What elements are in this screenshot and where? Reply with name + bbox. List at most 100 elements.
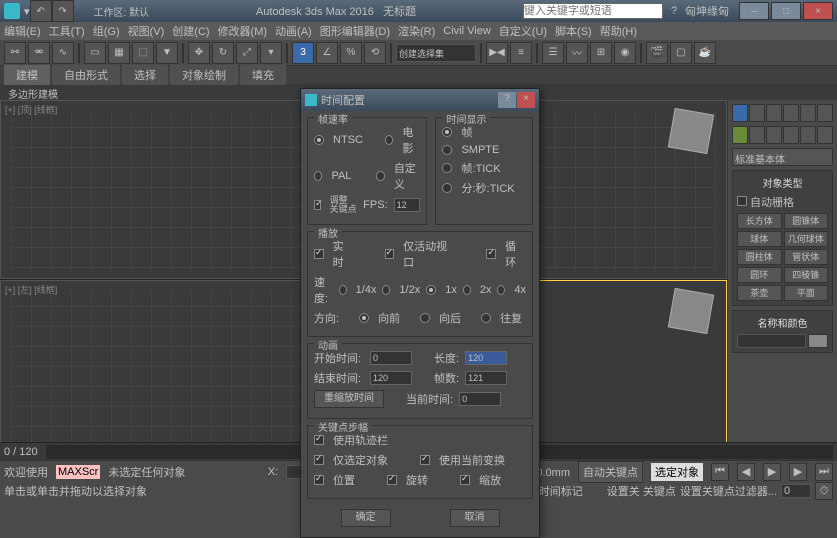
tab-populate[interactable]: 填充 (240, 65, 286, 85)
mstick-radio[interactable] (442, 183, 452, 193)
percent-snap-icon[interactable]: % (340, 42, 362, 64)
schematic-icon[interactable]: ⊞ (590, 42, 612, 64)
pal-radio[interactable] (314, 171, 322, 181)
menu-item[interactable]: 帮助(H) (600, 23, 637, 39)
film-radio[interactable] (385, 135, 394, 145)
frame-radio[interactable] (442, 127, 452, 137)
menu-item[interactable]: Civil View (443, 25, 490, 37)
shapes-icon[interactable] (749, 126, 765, 144)
pos-checkbox[interactable] (314, 475, 324, 485)
undo-icon[interactable]: ↶ (30, 0, 52, 22)
rescale-button[interactable]: 重缩放时间 (314, 390, 384, 408)
next-frame-icon[interactable]: ▶ (789, 463, 807, 481)
geometry-icon[interactable] (732, 126, 748, 144)
dialog-titlebar[interactable]: 时间配置 ? × (301, 89, 539, 111)
dir-radio[interactable] (420, 313, 430, 323)
hierarchy-tab-icon[interactable] (766, 104, 782, 122)
speed-radio[interactable] (382, 285, 390, 295)
primitive-button[interactable]: 长方体 (737, 213, 782, 229)
dir-radio[interactable] (359, 313, 369, 323)
dir-radio[interactable] (481, 313, 491, 323)
end-time-spinner[interactable]: 120 (370, 371, 412, 385)
menu-item[interactable]: 渲染(R) (398, 23, 435, 39)
menu-item[interactable]: 修改器(M) (218, 23, 268, 39)
render-icon[interactable]: ☕ (694, 42, 716, 64)
ok-button[interactable]: 确定 (341, 509, 391, 527)
login-label[interactable]: 匈坤缘匈 (685, 3, 729, 19)
scale-icon[interactable]: ⤢ (236, 42, 258, 64)
frametick-radio[interactable] (442, 163, 452, 173)
modify-tab-icon[interactable] (749, 104, 765, 122)
activevp-checkbox[interactable] (385, 249, 395, 259)
filter-icon[interactable]: ▼ (156, 42, 178, 64)
mirror-icon[interactable]: ▶◀ (486, 42, 508, 64)
create-tab-icon[interactable] (732, 104, 748, 122)
select-region-icon[interactable]: ⬚ (132, 42, 154, 64)
menu-item[interactable]: 脚本(S) (555, 23, 592, 39)
adjust-keys-checkbox[interactable] (314, 200, 321, 210)
help-icon[interactable]: ? (671, 5, 677, 17)
viewcube-icon[interactable] (668, 287, 714, 333)
smpte-radio[interactable] (442, 145, 452, 155)
current-time-spinner[interactable]: 0 (459, 392, 501, 406)
cancel-button[interactable]: 取消 (450, 509, 500, 527)
object-name-input[interactable] (737, 334, 806, 348)
rot-checkbox[interactable] (387, 475, 397, 485)
align-icon[interactable]: ≡ (510, 42, 532, 64)
script-listener[interactable]: MAXScr (56, 465, 100, 479)
primitive-button[interactable]: 圆环 (737, 267, 782, 283)
render-frame-icon[interactable]: ▢ (670, 42, 692, 64)
search-input[interactable] (523, 3, 663, 19)
primitive-button[interactable]: 平面 (784, 285, 829, 301)
tab-modeling[interactable]: 建模 (4, 65, 50, 85)
length-spinner[interactable]: 120 (465, 351, 507, 365)
autokey-button[interactable]: 自动关键点 (578, 461, 643, 483)
framecount-spinner[interactable]: 121 (465, 371, 507, 385)
space-warps-icon[interactable] (817, 126, 833, 144)
utilities-tab-icon[interactable] (817, 104, 833, 122)
curve-editor-icon[interactable]: 〰 (566, 42, 588, 64)
close-button[interactable]: × (803, 2, 833, 20)
start-time-spinner[interactable]: 0 (370, 351, 412, 365)
rotate-icon[interactable]: ↻ (212, 42, 234, 64)
primitive-button[interactable]: 球体 (737, 231, 782, 247)
current-frame-input[interactable]: 0 (781, 484, 811, 498)
color-swatch[interactable] (808, 334, 828, 348)
motion-tab-icon[interactable] (783, 104, 799, 122)
tab-paint[interactable]: 对象绘制 (170, 65, 238, 85)
menu-item[interactable]: 视图(V) (128, 23, 165, 39)
speed-radio[interactable] (463, 285, 471, 295)
goto-end-icon[interactable]: ⏭ (815, 463, 833, 481)
usetrackbar-checkbox[interactable] (314, 435, 324, 445)
dialog-help-button[interactable]: ? (498, 92, 516, 108)
workspace-label[interactable]: 工作区: 默认 (94, 4, 150, 19)
move-icon[interactable]: ✥ (188, 42, 210, 64)
tab-freeform[interactable]: 自由形式 (52, 65, 120, 85)
angle-snap-icon[interactable]: ∠ (316, 42, 338, 64)
primitive-button[interactable]: 管状体 (784, 249, 829, 265)
realtime-checkbox[interactable] (314, 249, 324, 259)
speed-radio[interactable] (339, 285, 347, 295)
ntsc-radio[interactable] (314, 135, 324, 145)
selonly-checkbox[interactable] (314, 455, 324, 465)
select-icon[interactable]: ▭ (84, 42, 106, 64)
goto-start-icon[interactable]: ⏮ (711, 463, 729, 481)
primitive-button[interactable]: 圆柱体 (737, 249, 782, 265)
menu-item[interactable]: 组(G) (93, 23, 120, 39)
layer-icon[interactable]: ☰ (542, 42, 564, 64)
keyfilter-button[interactable]: 设置关键点过滤器... (680, 483, 777, 499)
fps-spinner[interactable]: 12 (394, 198, 421, 212)
material-icon[interactable]: ◉ (614, 42, 636, 64)
menu-item[interactable]: 自定义(U) (499, 23, 547, 39)
selected-object-dropdown[interactable]: 选定对象 (651, 463, 703, 481)
primitive-button[interactable]: 圆锥体 (784, 213, 829, 229)
play-icon[interactable]: ▶ (763, 463, 781, 481)
minimize-button[interactable]: – (739, 2, 769, 20)
timeconfig-icon[interactable]: ⏱ (815, 482, 833, 500)
maximize-button[interactable]: □ (771, 2, 801, 20)
setkey-button[interactable]: 设置关 关键点 (607, 483, 676, 499)
custom-radio[interactable] (376, 171, 384, 181)
dialog-close-button[interactable]: × (517, 92, 535, 108)
spinner-snap-icon[interactable]: ⟲ (364, 42, 386, 64)
menu-item[interactable]: 动画(A) (275, 23, 312, 39)
